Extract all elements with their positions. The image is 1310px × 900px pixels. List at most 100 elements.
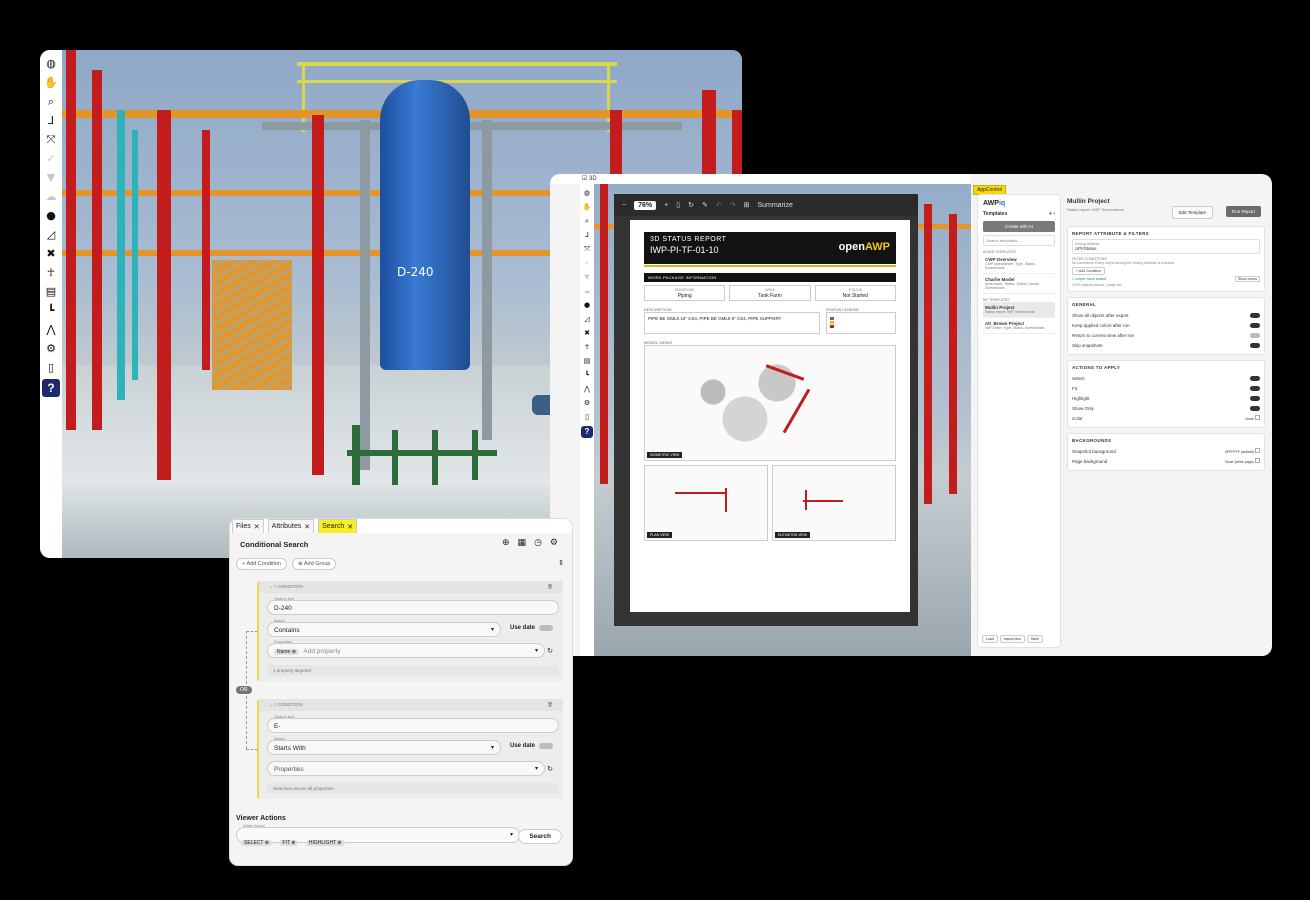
save-button[interactable]: Save <box>1026 635 1043 643</box>
add-circle-icon[interactable]: ⊕ <box>502 538 510 548</box>
driving-attribute-select[interactable]: Driving attribute UPI/Status <box>1072 239 1260 254</box>
table-icon[interactable]: ▤ <box>43 284 59 300</box>
table-icon[interactable]: ▤ <box>582 356 592 366</box>
tab-search[interactable]: Search ✕ <box>318 519 358 533</box>
color-swatch[interactable] <box>1255 415 1260 420</box>
match-select[interactable]: Match Contains ▾ <box>267 618 501 637</box>
tree-icon[interactable]: ┗ <box>582 370 592 380</box>
pen-icon[interactable]: ✎ <box>702 201 708 209</box>
gear-icon[interactable]: ⚙ <box>550 538 558 548</box>
search-button[interactable]: Search <box>518 829 562 844</box>
create-with-ai-button[interactable]: Create with AI <box>983 221 1055 232</box>
template-item[interactable]: Charlie Model Area report: Status, Object… <box>983 274 1055 294</box>
edit-template-button[interactable]: Edit Template <box>1171 206 1213 219</box>
summarize-icon[interactable]: ⊞ <box>744 201 750 209</box>
toggle[interactable] <box>1250 405 1260 411</box>
check-icon[interactable]: ✓ <box>582 258 592 268</box>
run-report-button[interactable]: Run Report <box>1225 206 1261 217</box>
graph-icon[interactable]: ⋀ <box>43 322 59 338</box>
filter-icon[interactable]: ▼ <box>43 170 59 186</box>
vessel-d-240[interactable] <box>380 80 470 370</box>
person-icon[interactable]: ☥ <box>43 265 59 281</box>
toggle[interactable] <box>1250 322 1260 328</box>
action-chip[interactable]: FIT ⊗ <box>279 840 299 846</box>
or-operator[interactable]: OR <box>236 686 252 694</box>
cloud-icon[interactable]: ☁ <box>43 189 59 205</box>
check-icon[interactable]: ✓ <box>43 151 59 167</box>
import-xlsx-button[interactable]: Import xlsx <box>999 635 1025 643</box>
color-swatch[interactable] <box>1255 448 1260 453</box>
close-icon[interactable]: ✕ <box>347 523 353 531</box>
use-date-toggle[interactable]: Use date <box>510 743 553 749</box>
settings-icon[interactable]: ⚙ <box>43 341 59 357</box>
tools-icon[interactable]: ✖ <box>582 328 592 338</box>
add-icon[interactable]: + <box>1049 211 1052 217</box>
show-colors-button[interactable]: Show colors <box>1234 276 1260 282</box>
graph-icon[interactable]: ⋀ <box>582 384 592 394</box>
redo-icon[interactable]: ↷ <box>730 201 736 209</box>
tools-icon[interactable]: ✖ <box>43 246 59 262</box>
axis-icon[interactable]: ⅃ <box>43 113 59 129</box>
filter-icon[interactable]: ▼ <box>582 272 592 282</box>
template-search-input[interactable]: Search templates... <box>983 235 1055 246</box>
summarize-button[interactable]: Summarize <box>757 202 792 209</box>
add-condition-button[interactable]: + Add Condition <box>1072 267 1105 275</box>
drop-icon[interactable]: ● <box>43 208 59 224</box>
cloud-icon[interactable]: ☁ <box>582 286 592 296</box>
settings-icon[interactable]: ⚙ <box>582 398 592 408</box>
refresh-icon[interactable]: ↻ <box>547 765 553 773</box>
trash-icon[interactable]: 🗑 <box>547 702 553 708</box>
tree-icon[interactable]: ┗ <box>43 303 59 319</box>
rotate-icon[interactable]: ↻ <box>688 201 694 209</box>
undo-icon[interactable]: ↶ <box>716 201 722 209</box>
help-button[interactable]: ? <box>42 379 60 397</box>
table-icon[interactable]: ▦ <box>518 538 527 548</box>
toggle[interactable] <box>1250 312 1260 318</box>
document-icon[interactable]: ▯ <box>43 360 59 376</box>
help-button[interactable]: ? <box>581 426 593 438</box>
add-group-button[interactable]: ⊕ Add Group <box>292 558 337 570</box>
add-condition-button[interactable]: + Add Condition <box>236 558 287 570</box>
toggle[interactable] <box>1250 342 1260 348</box>
axis-icon[interactable]: ⅃ <box>582 230 592 240</box>
trash-icon[interactable]: 🗑 <box>547 584 553 590</box>
globe-icon[interactable]: ◍ <box>582 188 592 198</box>
zoom-icon[interactable]: ⌕ <box>582 216 592 226</box>
action-chip[interactable]: SELECT ⊗ <box>241 840 272 846</box>
page-icon[interactable]: ▯ <box>676 201 680 209</box>
template-item[interactable]: CWP Overview CWP spreadsheet, Type, Statu… <box>983 254 1055 274</box>
view-mode-label[interactable]: 3D <box>589 176 597 182</box>
properties-select[interactable]: Properties Name ⊗ Add property ▾ <box>267 639 545 658</box>
measure-icon[interactable]: ◿ <box>582 314 592 324</box>
person-icon[interactable]: ☥ <box>582 342 592 352</box>
tab-attributes[interactable]: Attributes ✕ <box>267 519 315 533</box>
color-swatch[interactable] <box>1255 458 1260 463</box>
toggle[interactable] <box>1250 375 1260 381</box>
collapse-icon[interactable]: ‹ <box>1053 211 1055 217</box>
zoom-out-button[interactable]: − <box>622 202 626 209</box>
close-icon[interactable]: ✕ <box>254 523 260 531</box>
hand-icon[interactable]: ✋ <box>43 75 59 91</box>
measure-icon[interactable]: ◿ <box>43 227 59 243</box>
zoom-icon[interactable]: ⌕ <box>43 94 59 110</box>
document-icon[interactable]: ▯ <box>582 412 592 422</box>
property-chip[interactable]: Name ⊗ <box>274 649 299 655</box>
fit-icon[interactable]: ⤧ <box>43 132 59 148</box>
use-date-toggle[interactable]: Use date <box>510 625 553 631</box>
match-select[interactable]: Match Starts With ▾ <box>267 736 501 755</box>
sort-icon[interactable]: ⇕ <box>558 559 564 567</box>
zoom-in-button[interactable]: + <box>664 202 668 209</box>
globe-icon[interactable]: ◍ <box>43 56 59 72</box>
refresh-icon[interactable]: ↻ <box>547 647 553 655</box>
toggle[interactable] <box>1250 395 1260 401</box>
search-text-input[interactable]: Search text E- <box>267 714 559 733</box>
fit-icon[interactable]: ⤧ <box>582 244 592 254</box>
drop-icon[interactable]: ● <box>582 300 592 310</box>
load-button[interactable]: Load <box>982 635 998 643</box>
close-icon[interactable]: ✕ <box>304 523 310 531</box>
hand-icon[interactable]: ✋ <box>582 202 592 212</box>
toggle[interactable] <box>1250 385 1260 391</box>
template-item[interactable]: Alt_Brown Project IWP Sheet, Type, Status… <box>983 318 1055 334</box>
checkbox-icon[interactable]: ☑ <box>582 176 589 182</box>
properties-select[interactable]: Properties ▾ <box>267 761 545 776</box>
